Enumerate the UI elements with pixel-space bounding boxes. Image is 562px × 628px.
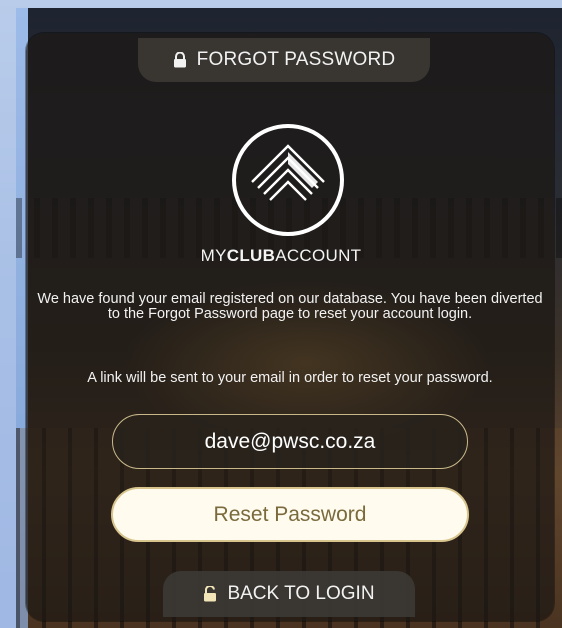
forgot-password-title: FORGOT PASSWORD [196,49,396,70]
brand-prefix: MY [200,246,227,265]
reset-password-button[interactable]: Reset Password [111,487,469,542]
brand-bold: CLUB [226,246,276,265]
forgot-password-tab: FORGOT PASSWORD [138,38,430,82]
back-to-login-label: BACK TO LOGIN [227,583,375,604]
email-found-message: We have found your email registered on o… [37,291,543,322]
reset-link-message: A link will be sent to your email in ord… [87,370,493,386]
brand-suffix: ACCOUNT [275,246,362,265]
email-field[interactable] [112,414,468,469]
lock-icon [173,52,187,68]
unlock-icon [203,586,217,602]
back-to-login-link[interactable]: BACK TO LOGIN [163,571,415,617]
myclubaccount-logo [230,122,346,238]
brand-name: MYCLUBACCOUNT [0,246,562,266]
